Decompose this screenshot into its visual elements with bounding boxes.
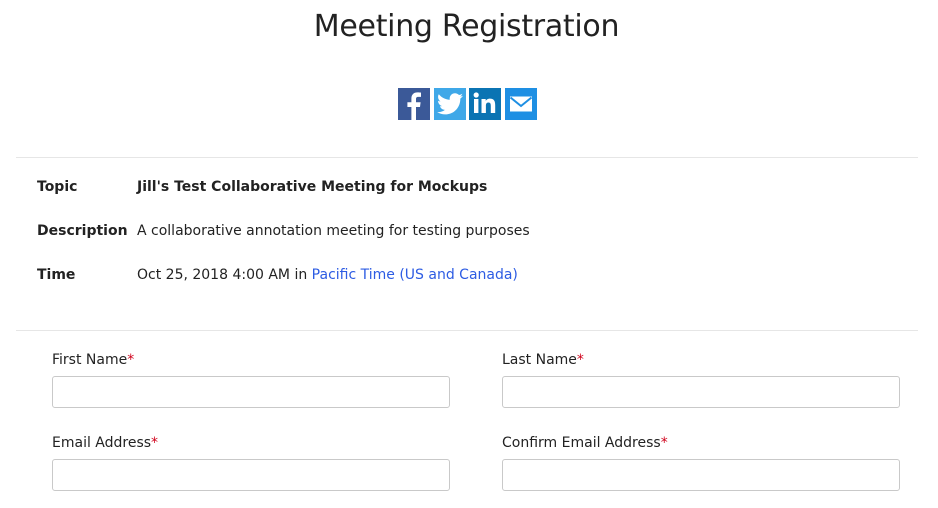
email-label-text: Email Address xyxy=(52,435,152,451)
page-title: Meeting Registration xyxy=(313,9,620,44)
time-value: Oct 25, 2018 4:00 AM xyxy=(137,267,290,283)
last-name-input[interactable] xyxy=(502,376,900,408)
description-label: Description xyxy=(37,223,128,239)
required-marker: * xyxy=(576,352,584,368)
facebook-share-button[interactable] xyxy=(398,88,430,120)
email-share-button[interactable] xyxy=(504,88,537,120)
linkedin-share-button[interactable] xyxy=(469,88,501,120)
last-name-label-text: Last Name xyxy=(502,352,577,368)
email-input[interactable] xyxy=(52,459,450,491)
divider xyxy=(16,330,918,331)
topic-label: Topic xyxy=(37,179,78,195)
required-marker: * xyxy=(127,352,135,368)
confirm-email-label-text: Confirm Email Address xyxy=(502,435,661,451)
email-icon xyxy=(509,96,532,112)
share-bar xyxy=(398,88,537,120)
last-name-label: Last Name* xyxy=(502,352,584,368)
linkedin-icon xyxy=(473,92,496,113)
twitter-share-button[interactable] xyxy=(433,88,466,120)
first-name-label-text: First Name xyxy=(52,352,128,368)
confirm-email-label: Confirm Email Address* xyxy=(502,435,668,451)
confirm-email-input[interactable] xyxy=(502,459,900,491)
email-label: Email Address* xyxy=(52,435,158,451)
time-label: Time xyxy=(37,267,76,283)
time-in-text: in xyxy=(294,267,308,283)
required-marker: * xyxy=(660,435,668,451)
description-value: A collaborative annotation meeting for t… xyxy=(137,223,530,239)
time-row: Oct 25, 2018 4:00 AM in Pacific Time (US… xyxy=(137,267,518,283)
twitter-icon xyxy=(436,93,463,115)
first-name-input[interactable] xyxy=(52,376,450,408)
first-name-label: First Name* xyxy=(52,352,134,368)
timezone-link[interactable]: Pacific Time (US and Canada) xyxy=(312,267,518,283)
required-marker: * xyxy=(151,435,159,451)
divider xyxy=(16,157,918,158)
facebook-icon xyxy=(407,92,421,120)
topic-value: Jill's Test Collaborative Meeting for Mo… xyxy=(137,179,488,195)
